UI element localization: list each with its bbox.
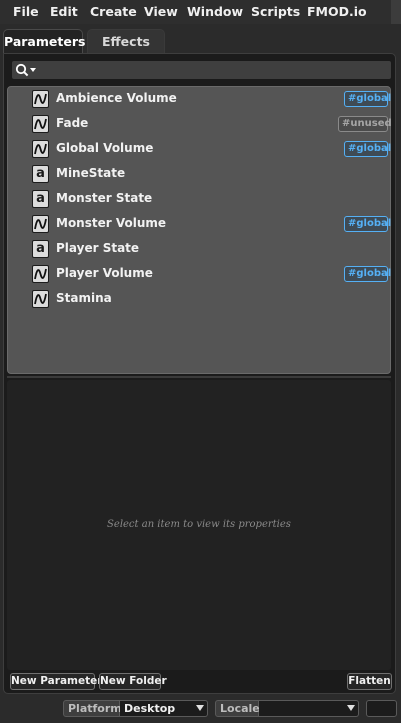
menu-bar: File Edit Create View Window Scripts FMO…: [0, 0, 401, 24]
chevron-down-icon: [196, 705, 204, 711]
list-item[interactable]: Global Volume #global: [8, 137, 391, 161]
continuous-parameter-icon: [32, 290, 49, 308]
platform-label: Platform: [63, 700, 122, 717]
parameter-name: Player Volume: [56, 266, 153, 280]
menu-fmod-io[interactable]: FMOD.io: [307, 4, 367, 19]
menu-scripts[interactable]: Scripts: [251, 4, 300, 19]
menu-file[interactable]: File: [13, 4, 39, 19]
list-item[interactable]: Player Volume #global: [8, 262, 391, 286]
unused-tag-badge[interactable]: #unused: [338, 116, 392, 132]
menu-edit[interactable]: Edit: [50, 4, 78, 19]
global-tag-badge[interactable]: #global: [344, 266, 391, 282]
chevron-down-icon: [347, 705, 355, 711]
labeled-parameter-icon: a: [32, 190, 49, 208]
menubar-grip: [391, 0, 401, 24]
list-item[interactable]: Stamina: [8, 287, 390, 311]
parameter-name: MineState: [56, 166, 126, 180]
continuous-parameter-icon: [32, 215, 49, 233]
panel-splitter[interactable]: [7, 376, 391, 378]
continuous-parameter-icon: [32, 140, 49, 158]
flatten-button[interactable]: Flatten: [347, 673, 392, 690]
list-item[interactable]: Fade #unused: [8, 112, 392, 136]
tab-effects[interactable]: Effects: [87, 29, 165, 54]
platform-select[interactable]: Desktop: [120, 700, 208, 717]
new-folder-button[interactable]: New Folder: [99, 673, 167, 690]
locale-select[interactable]: [259, 700, 359, 717]
global-tag-badge[interactable]: #global: [344, 91, 391, 107]
list-item[interactable]: Monster Volume #global: [8, 212, 391, 236]
parameters-panel: Ambience Volume #global Fade #unused Global …: [3, 53, 396, 694]
parameter-name: Monster Volume: [56, 216, 167, 230]
global-tag-badge[interactable]: #global: [344, 141, 391, 157]
status-bar: Platform Desktop Locale: [0, 696, 401, 723]
continuous-parameter-icon: [32, 90, 49, 108]
parameter-name: Ambience Volume: [56, 91, 177, 105]
new-parameter-button[interactable]: New Parameter: [10, 673, 102, 690]
parameter-name: Stamina: [56, 291, 112, 305]
list-item[interactable]: a Player State: [8, 237, 390, 261]
properties-hint: Select an item to view its properties: [107, 519, 291, 530]
icon-letter: a: [36, 241, 45, 256]
search-icon[interactable]: [15, 63, 37, 77]
parameter-name: Monster State: [56, 191, 153, 205]
locale-label: Locale: [215, 700, 260, 717]
continuous-parameter-icon: [32, 115, 49, 133]
global-tag-badge[interactable]: #global: [344, 216, 391, 232]
parameter-name: Global Volume: [56, 141, 154, 155]
list-item[interactable]: a Monster State: [8, 187, 390, 211]
status-box[interactable]: [366, 700, 397, 717]
menu-window[interactable]: Window: [187, 4, 243, 19]
parameter-list: Ambience Volume #global Fade #unused Global …: [7, 86, 392, 374]
icon-letter: a: [36, 191, 45, 206]
parameter-name: Player State: [56, 241, 140, 255]
search-input[interactable]: [11, 60, 392, 80]
platform-select-value: Desktop: [124, 702, 176, 715]
tab-parameters[interactable]: Parameters: [3, 29, 85, 54]
parameter-name: Fade: [56, 116, 89, 130]
labeled-parameter-icon: a: [32, 240, 49, 258]
continuous-parameter-icon: [32, 265, 49, 283]
list-item[interactable]: Ambience Volume #global: [8, 87, 391, 111]
labeled-parameter-icon: a: [32, 165, 49, 183]
menu-create[interactable]: Create: [90, 4, 137, 19]
menu-view[interactable]: View: [144, 4, 178, 19]
icon-letter: a: [36, 166, 45, 181]
properties-area: Select an item to view its properties: [7, 380, 391, 670]
list-item[interactable]: a MineState: [8, 162, 390, 186]
